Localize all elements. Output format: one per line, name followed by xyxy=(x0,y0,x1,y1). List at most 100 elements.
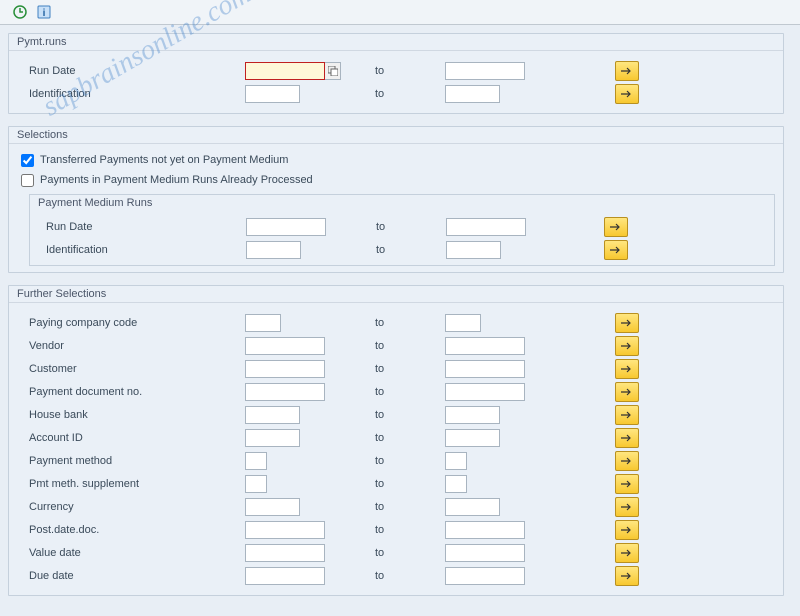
input-customer-from[interactable] xyxy=(245,360,325,378)
row-vendor: Vendor to xyxy=(25,334,767,357)
chk-row-processed: Payments in Payment Medium Runs Already … xyxy=(17,170,775,190)
input-vendor-from[interactable] xyxy=(245,337,325,355)
input-payment-document-no--to[interactable] xyxy=(445,383,525,401)
label-to: to xyxy=(345,501,445,513)
label-paying-company-code: Paying company code xyxy=(25,317,245,329)
row-payment-document-no-: Payment document no. to xyxy=(25,380,767,403)
row-account-id: Account ID to xyxy=(25,426,767,449)
chk-transferred-label[interactable]: Transferred Payments not yet on Payment … xyxy=(40,154,288,166)
input-due-date-from[interactable] xyxy=(245,567,325,585)
input-pm-ident-from[interactable] xyxy=(246,241,301,259)
input-customer-to[interactable] xyxy=(445,360,525,378)
more-vendor[interactable] xyxy=(615,336,639,356)
input-account-id-to[interactable] xyxy=(445,429,500,447)
label-pm-identification: Identification xyxy=(42,244,246,256)
row-house-bank: House bankto xyxy=(25,403,767,426)
input-pmt-meth-supplement-to[interactable] xyxy=(445,475,467,493)
more-paying-company-code[interactable] xyxy=(615,313,639,333)
label-to: to xyxy=(345,340,445,352)
input-payment-method-to[interactable] xyxy=(445,452,467,470)
more-payment-method[interactable] xyxy=(615,451,639,471)
input-run-date-to[interactable] xyxy=(445,62,525,80)
input-vendor-to[interactable] xyxy=(445,337,525,355)
input-paying-company-code-to[interactable] xyxy=(445,314,481,332)
label-to: to xyxy=(345,386,445,398)
label-value-date: Value date xyxy=(25,547,245,559)
label-to: to xyxy=(345,432,445,444)
more-house-bank[interactable] xyxy=(615,405,639,425)
input-post-date-doc--from[interactable] xyxy=(245,521,325,539)
row-value-date: Value date to xyxy=(25,541,767,564)
row-payment-method: Payment method to xyxy=(25,449,767,472)
label-vendor: Vendor xyxy=(25,340,245,352)
row-due-date: Due dateto xyxy=(25,564,767,587)
more-value-date[interactable] xyxy=(615,543,639,563)
input-account-id-from[interactable] xyxy=(245,429,300,447)
more-pmt-meth-supplement[interactable] xyxy=(615,474,639,494)
subgroup-title: Payment Medium Runs xyxy=(30,195,774,211)
input-due-date-to[interactable] xyxy=(445,567,525,585)
label-to: to xyxy=(346,221,446,233)
info-icon[interactable]: i xyxy=(36,4,52,20)
input-pmt-meth-supplement-from[interactable] xyxy=(245,475,267,493)
group-pymt-runs: Pymt.runs Run Date to Identification xyxy=(8,33,784,114)
chk-processed[interactable] xyxy=(21,174,34,187)
input-payment-method-from[interactable] xyxy=(245,452,267,470)
input-run-date-from[interactable] xyxy=(245,62,325,80)
input-house-bank-from[interactable] xyxy=(245,406,300,424)
chk-transferred[interactable] xyxy=(21,154,34,167)
row-post-date-doc-: Post.date.doc. to xyxy=(25,518,767,541)
row-pmt-meth-supplement: Pmt meth. supplementto xyxy=(25,472,767,495)
label-to: to xyxy=(345,547,445,559)
f4-run-date[interactable] xyxy=(325,62,341,80)
row-paying-company-code: Paying company code to xyxy=(25,311,767,334)
label-to: to xyxy=(345,524,445,536)
svg-text:i: i xyxy=(43,8,46,19)
label-identification: Identification xyxy=(25,88,245,100)
input-post-date-doc--to[interactable] xyxy=(445,521,525,539)
group-selections: Selections Transferred Payments not yet … xyxy=(8,126,784,273)
input-house-bank-to[interactable] xyxy=(445,406,500,424)
more-payment-document-no-[interactable] xyxy=(615,382,639,402)
more-ident[interactable] xyxy=(615,84,639,104)
label-account-id: Account ID xyxy=(25,432,245,444)
more-pm-ident[interactable] xyxy=(604,240,628,260)
row-customer: Customerto xyxy=(25,357,767,380)
more-due-date[interactable] xyxy=(615,566,639,586)
input-pm-ident-to[interactable] xyxy=(446,241,501,259)
more-run-date[interactable] xyxy=(615,61,639,81)
group-further: Further Selections Paying company codeto… xyxy=(8,285,784,596)
label-customer: Customer xyxy=(25,363,245,375)
input-currency-to[interactable] xyxy=(445,498,500,516)
input-ident-from[interactable] xyxy=(245,85,300,103)
more-customer[interactable] xyxy=(615,359,639,379)
label-post-date-doc-: Post.date.doc. xyxy=(25,524,245,536)
input-ident-to[interactable] xyxy=(445,85,500,103)
row-pm-run-date: Run Date to xyxy=(42,215,762,238)
input-value-date-from[interactable] xyxy=(245,544,325,562)
input-pm-run-date-to[interactable] xyxy=(446,218,526,236)
subgroup-payment-medium: Payment Medium Runs Run Date to Identifi… xyxy=(29,194,775,266)
more-post-date-doc-[interactable] xyxy=(615,520,639,540)
chk-row-transferred: Transferred Payments not yet on Payment … xyxy=(17,150,775,170)
more-account-id[interactable] xyxy=(615,428,639,448)
label-pmt-meth-supplement: Pmt meth. supplement xyxy=(25,478,245,490)
more-currency[interactable] xyxy=(615,497,639,517)
more-pm-run-date[interactable] xyxy=(604,217,628,237)
input-pm-run-date-from[interactable] xyxy=(246,218,326,236)
label-to: to xyxy=(345,317,445,329)
row-identification: Identification to xyxy=(25,82,767,105)
label-to: to xyxy=(345,455,445,467)
execute-icon[interactable] xyxy=(12,4,28,20)
input-paying-company-code-from[interactable] xyxy=(245,314,281,332)
input-payment-document-no--from[interactable] xyxy=(245,383,325,401)
input-currency-from[interactable] xyxy=(245,498,300,516)
label-house-bank: House bank xyxy=(25,409,245,421)
chk-processed-label[interactable]: Payments in Payment Medium Runs Already … xyxy=(40,174,313,186)
input-value-date-to[interactable] xyxy=(445,544,525,562)
label-payment-document-no-: Payment document no. xyxy=(25,386,245,398)
toolbar: i xyxy=(0,0,800,25)
group-title-pymt-runs: Pymt.runs xyxy=(9,34,783,51)
label-to: to xyxy=(346,244,446,256)
label-payment-method: Payment method xyxy=(25,455,245,467)
